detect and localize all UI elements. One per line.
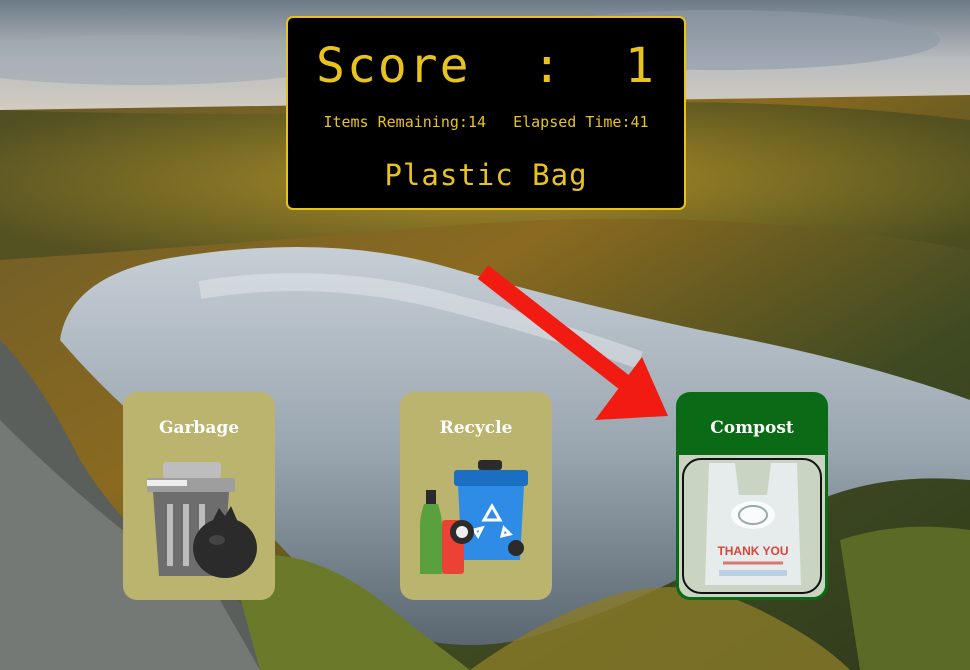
elapsed-time-label: Elapsed Time: (513, 113, 631, 131)
garbage-bin-label: Garbage (158, 418, 240, 438)
items-remaining-label: Items Remaining: (323, 113, 468, 131)
plastic-bag-item-card[interactable]: THANK YOU (679, 455, 825, 597)
score-separator: : (532, 38, 564, 94)
garbage-bin-icon (147, 462, 257, 578)
current-item-name: Plastic Bag (384, 158, 588, 192)
items-remaining-value: 14 (467, 113, 486, 131)
recycle-bin-icon (420, 460, 528, 574)
plastic-bag-item-icon: THANK YOU (679, 455, 825, 597)
compost-bin-label: Compost (710, 418, 794, 438)
garbage-bin-button[interactable]: Garbage (123, 392, 275, 600)
stats-display: Items Remaining:14 Elapsed Time:41 (288, 113, 684, 131)
bag-thank-you-text: THANK YOU (717, 544, 788, 558)
compost-bin-button[interactable]: Compost THANK YOU (676, 392, 828, 600)
score-value: 1 (625, 38, 656, 94)
score-display: Score : 1 (288, 38, 684, 94)
scoreboard-panel: Score : 1 Items Remaining:14 Elapsed Tim… (286, 16, 686, 210)
recycle-bin-button[interactable]: Recycle (400, 392, 552, 600)
elapsed-time-value: 41 (630, 113, 649, 131)
recycle-bin-label: Recycle (439, 418, 513, 438)
score-label: Score (316, 38, 471, 94)
